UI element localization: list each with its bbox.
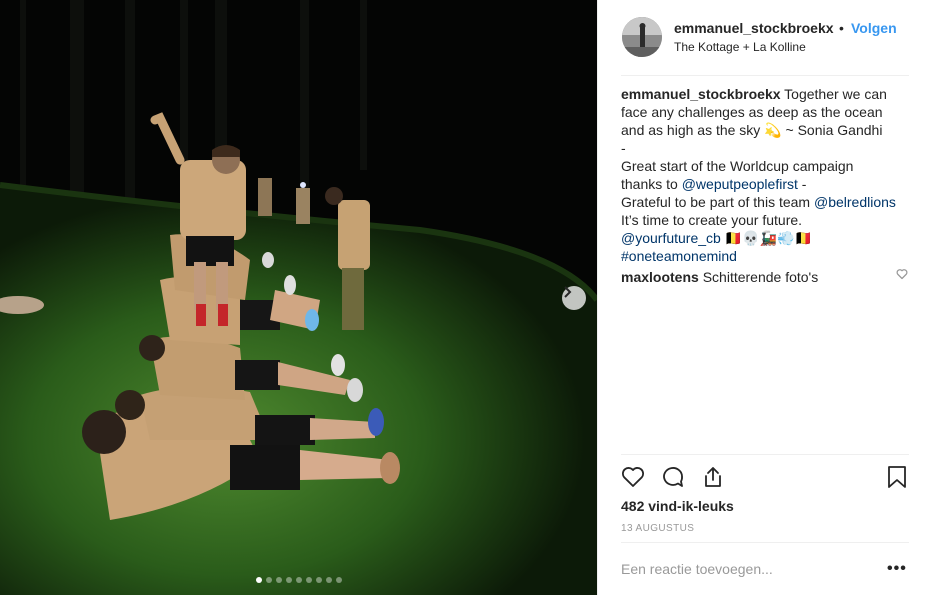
carousel-dot bbox=[295, 577, 302, 583]
caption-text: - bbox=[801, 176, 807, 192]
more-icon[interactable]: ••• bbox=[887, 560, 907, 578]
follow-button[interactable]: Volgen bbox=[851, 20, 897, 36]
emoji: 💫 bbox=[764, 122, 782, 138]
caption-username[interactable]: emmanuel_stockbroekx bbox=[621, 86, 781, 102]
hashtag-link[interactable]: #oneteamonemind bbox=[621, 248, 737, 264]
avatar[interactable] bbox=[622, 17, 662, 57]
comment: maxlootens Schitterende foto's bbox=[621, 268, 911, 286]
location-link[interactable]: The Kottage + La Kolline bbox=[674, 40, 806, 54]
photo-illustration bbox=[0, 0, 597, 595]
post-sidebar: emmanuel_stockbroekx • Volgen The Kottag… bbox=[597, 0, 929, 595]
post-header: emmanuel_stockbroekx • Volgen The Kottag… bbox=[621, 15, 909, 76]
header-separator: • bbox=[839, 20, 844, 36]
like-count[interactable]: 482 vind-ik-leuks bbox=[621, 498, 734, 514]
caption-text: thanks to bbox=[621, 176, 678, 192]
instagram-post: emmanuel_stockbroekx • Volgen The Kottag… bbox=[0, 0, 929, 595]
caption-text: and as high as the sky bbox=[621, 122, 761, 138]
carousel-dot bbox=[275, 577, 282, 583]
post-photo[interactable] bbox=[0, 0, 597, 595]
carousel-dot bbox=[255, 577, 262, 583]
carousel-indicator bbox=[0, 577, 597, 583]
caption-text: Grateful to be part of this team bbox=[621, 194, 811, 210]
username[interactable]: emmanuel_stockbroekx bbox=[674, 20, 834, 36]
comment-username[interactable]: maxlootens bbox=[621, 269, 699, 285]
bookmark-icon[interactable] bbox=[886, 465, 908, 489]
share-icon[interactable] bbox=[701, 465, 725, 489]
emoji: 🇧🇪💀🚂💨🇧🇪 bbox=[724, 230, 812, 246]
post-date: 13 AUGUSTUS bbox=[621, 523, 695, 534]
mention-link[interactable]: @belredlions bbox=[814, 194, 896, 210]
heart-icon[interactable] bbox=[621, 465, 645, 489]
comment-icon[interactable] bbox=[661, 465, 685, 489]
action-bar bbox=[621, 454, 909, 488]
post-caption: emmanuel_stockbroekx Together we can fac… bbox=[621, 85, 915, 265]
caption-text: face any challenges as deep as the ocean bbox=[621, 104, 883, 120]
carousel-dot bbox=[335, 577, 342, 583]
carousel-dot bbox=[305, 577, 312, 583]
heart-outline-icon[interactable] bbox=[896, 268, 908, 280]
avatar-image bbox=[622, 17, 662, 57]
carousel-dot bbox=[325, 577, 332, 583]
carousel-dot bbox=[315, 577, 322, 583]
chevron-right-icon bbox=[564, 286, 572, 298]
caption-text: It’s time to create your future. bbox=[621, 212, 803, 228]
comment-text: Schitterende foto's bbox=[702, 269, 819, 285]
caption-text: - bbox=[621, 140, 626, 156]
caption-text: Together we can bbox=[784, 86, 887, 102]
comment-input[interactable] bbox=[621, 561, 871, 577]
carousel-dot bbox=[265, 577, 272, 583]
carousel-dot bbox=[285, 577, 292, 583]
caption-text: ~ Sonia Gandhi bbox=[785, 122, 883, 138]
add-comment-bar: ••• bbox=[621, 542, 909, 595]
caption-text: Great start of the Worldcup campaign bbox=[621, 158, 854, 174]
mention-link[interactable]: @weputpeoplefirst bbox=[682, 176, 798, 192]
mention-link[interactable]: @yourfuture_cb bbox=[621, 230, 721, 246]
carousel-next-button[interactable] bbox=[562, 286, 586, 310]
